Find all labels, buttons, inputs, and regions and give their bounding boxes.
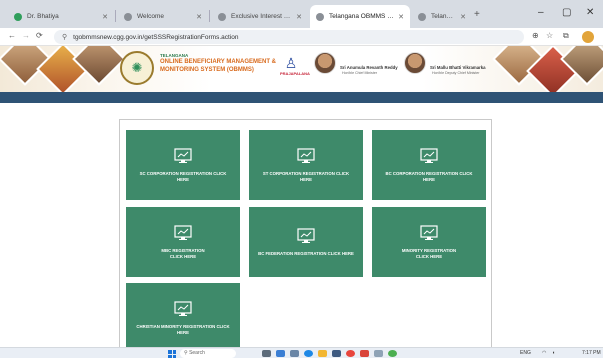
site-nav-bar (0, 92, 603, 103)
globe-icon (418, 12, 426, 21)
monitor-icon (297, 147, 315, 163)
app-icon[interactable] (360, 350, 369, 357)
language-indicator[interactable]: ENG (520, 350, 531, 356)
monitor-icon (297, 227, 315, 243)
card-label-line2: CLICK HERE (415, 253, 443, 259)
monitor-icon (420, 147, 438, 163)
tab-title: Telangana Rajeev (431, 13, 456, 20)
zoom-icon[interactable]: ⊕ (532, 31, 539, 40)
tab-divider (115, 10, 116, 22)
reload-button[interactable]: ⟳ (36, 31, 43, 40)
browser-tab-5[interactable]: Telangana Rajeev ✕ (412, 5, 472, 28)
close-window-button[interactable]: ✕ (586, 7, 594, 18)
taskbar-search[interactable]: ⚲ Search (180, 349, 236, 358)
site-header-banner: ✺ TELANGANA ONLINE BENEFICIARY MANAGEMEN… (0, 46, 603, 92)
bc-federation-registration-card[interactable]: BC FEDERATION REGISTRATION CLICK HERE (249, 207, 363, 277)
monitor-icon (174, 224, 192, 240)
close-icon[interactable]: ✕ (398, 13, 404, 21)
app-icon[interactable] (388, 350, 397, 357)
star-icon[interactable]: ☆ (546, 31, 553, 40)
minimize-button[interactable]: – (538, 7, 544, 18)
browser-tab-1[interactable]: Dr. Bhatiya ✕ (8, 5, 114, 28)
bc-corporation-registration-card[interactable]: BC CORPORATION REGISTRATION CLICK HERE (372, 130, 486, 200)
card-label-line2: HERE (177, 329, 189, 335)
card-label: BC FEDERATION REGISTRATION CLICK HERE (258, 250, 354, 256)
url-text: tgobmmsnew.cgg.gov.in/getSSSRegistration… (73, 33, 239, 41)
tab-favicon (14, 12, 22, 21)
file-explorer-icon[interactable] (318, 350, 327, 357)
edge-icon[interactable] (304, 350, 313, 357)
chief-minister-photo (314, 52, 336, 74)
windows-start-icon[interactable] (168, 350, 176, 358)
address-bar[interactable]: ⚲ tgobmmsnew.cgg.gov.in/getSSSRegistrati… (54, 30, 524, 44)
maximize-button[interactable]: ▢ (562, 7, 571, 18)
person2-title: Hon'ble Deputy Chief Minister (432, 71, 480, 75)
registration-panel: SC CORPORATION REGISTRATION CLICK HERE S… (119, 119, 492, 353)
app-icon[interactable] (332, 350, 341, 357)
tab-strip: Dr. Bhatiya ✕ Welcome ✕ Exclusive Intere… (0, 0, 603, 28)
browser-tab-active[interactable]: Telangana OBMMS - Online ✕ (310, 5, 410, 28)
minority-registration-card[interactable]: MINORITY REGISTRATION CLICK HERE (372, 207, 486, 277)
close-icon[interactable]: ✕ (460, 13, 466, 21)
person2-name: Sri Mallu Bhatti Vikramarka (430, 65, 486, 70)
browser-tab-3[interactable]: Exclusive Interest Rate ✕ (212, 5, 308, 28)
tab-title: Dr. Bhatiya (27, 13, 59, 20)
globe-icon (316, 12, 324, 21)
st-corporation-registration-card[interactable]: ST CORPORATION REGISTRATION CLICK HERE (249, 130, 363, 200)
tab-title: Exclusive Interest Rate (231, 13, 293, 20)
logo-text: PRAJAPALANA (280, 71, 310, 76)
forward-button[interactable]: → (22, 31, 30, 40)
close-icon[interactable]: ✕ (296, 13, 302, 21)
prajapalana-logo: ♙ PRAJAPALANA (280, 55, 310, 83)
tab-divider (209, 10, 210, 22)
card-label: SC CORPORATION REGISTRATION CLICK HERE (139, 170, 227, 182)
app-icon[interactable] (276, 350, 285, 357)
close-icon[interactable]: ✕ (196, 13, 202, 21)
deputy-cm-photo (404, 52, 426, 74)
monitor-icon (174, 147, 192, 163)
tab-title: Welcome (137, 13, 164, 20)
sc-corporation-registration-card[interactable]: SC CORPORATION REGISTRATION CLICK HERE (126, 130, 240, 200)
monitor-icon (174, 300, 192, 316)
back-button[interactable]: ← (8, 31, 16, 40)
site-brand: TELANGANA ONLINE BENEFICIARY MANAGEMENT … (160, 53, 290, 74)
clock[interactable]: 7:17 PM (582, 350, 601, 356)
browser-toolbar: ← → ⟳ ⚲ tgobmmsnew.cgg.gov.in/getSSSRegi… (0, 28, 603, 46)
person1-title: Hon'ble Chief Minister (342, 71, 378, 75)
app-icon[interactable] (290, 350, 299, 357)
tab-title: Telangana OBMMS - Online (329, 13, 394, 20)
person1-name: Sri Anumula Revanth Reddy (340, 65, 398, 70)
profile-avatar[interactable] (582, 31, 594, 43)
close-icon[interactable]: ✕ (102, 13, 108, 21)
monitor-icon (420, 224, 438, 240)
globe-icon (124, 12, 132, 21)
new-tab-button[interactable]: + (474, 9, 480, 20)
logo-mark-icon: ♙ (284, 55, 298, 71)
chrome-icon[interactable] (346, 350, 355, 357)
app-icon[interactable] (374, 350, 383, 357)
site-info-icon[interactable]: ⚲ (62, 33, 67, 41)
card-label: ST CORPORATION REGISTRATION CLICK HERE (262, 170, 350, 182)
os-taskbar: ⚲ Search ENG ◠ ◖ 7:17 PM (0, 347, 603, 358)
taskview-icon[interactable] (262, 350, 271, 357)
extensions-icon[interactable]: ⧉ (563, 31, 569, 41)
mbc-registration-card[interactable]: MBC REGISTRATION CLICK HERE (126, 207, 240, 277)
wifi-icon[interactable]: ◠ (542, 350, 546, 356)
browser-tab-2[interactable]: Welcome ✕ (118, 5, 208, 28)
site-title-line1: ONLINE BENEFICIARY MANAGEMENT & (160, 59, 277, 65)
globe-icon (218, 12, 226, 21)
volume-icon[interactable]: ◖ (552, 350, 555, 356)
search-placeholder: Search (189, 350, 205, 356)
banner-photo (72, 46, 126, 86)
site-title-line2: MONITORING SYSTEM (OBMMS) (160, 67, 254, 73)
telangana-emblem-logo: ✺ (120, 51, 154, 85)
card-label-line2: CLICK HERE (169, 253, 197, 259)
card-label: BC CORPORATION REGISTRATION CLICK HERE (385, 170, 473, 182)
christian-minority-registration-card[interactable]: CHRISTIAN MINORITY REGISTRATION CLICK HE… (126, 283, 240, 353)
